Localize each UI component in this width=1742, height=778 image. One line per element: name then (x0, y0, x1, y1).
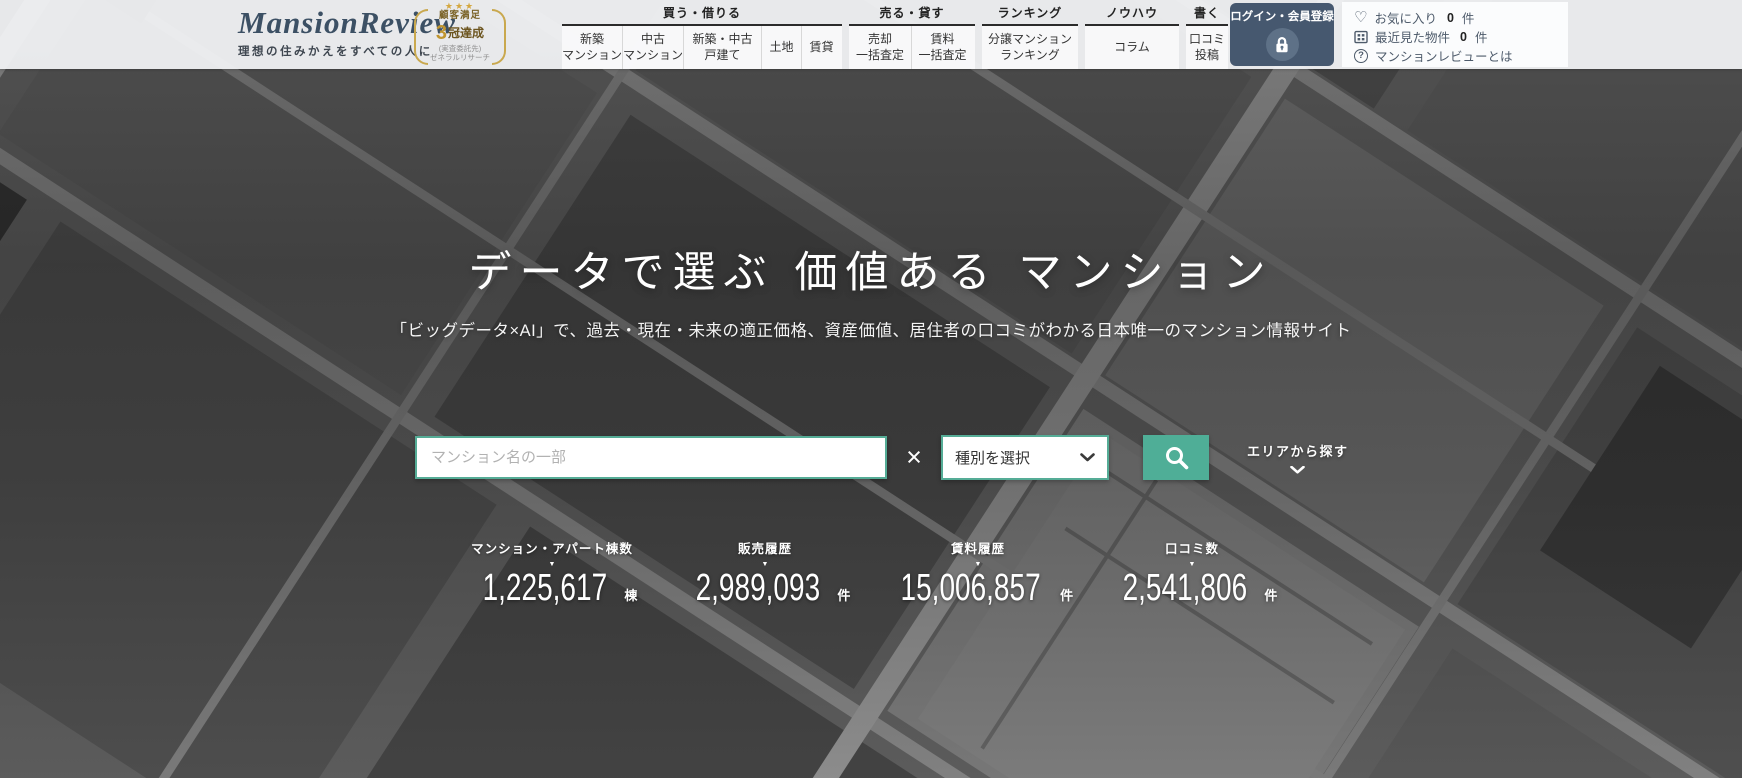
nav-item-land[interactable]: 土地 (761, 26, 801, 69)
favorites-link[interactable]: ♡ お気に入り 0 件 (1354, 8, 1568, 27)
city-aerial-background-image (0, 0, 1742, 778)
main-navigation: 買う・借りる 新築マンション 中古マンション 新築・中古戸建て 土地 賃貸 売る… (562, 0, 1228, 69)
nav-group-sell-lease: 売る・貸す 売却一括査定 賃料一括査定 (849, 0, 975, 69)
about-site-link[interactable]: ? マンションレビューとは (1354, 46, 1568, 65)
heart-icon: ♡ (1354, 10, 1367, 25)
favorites-count: 0 (1447, 11, 1454, 25)
stat-unit: 件 (1060, 585, 1073, 604)
nav-item-sale-appraisal[interactable]: 売却一括査定 (849, 26, 911, 69)
award-badge-number: 3 (436, 22, 447, 44)
recently-viewed-link[interactable]: 最近見た物件 0 件 (1354, 27, 1568, 46)
nav-group-label: ランキング (982, 0, 1078, 24)
chevron-down-icon (1290, 466, 1305, 474)
nav-group-label: 売る・貸す (849, 0, 975, 24)
search-separator: × (887, 436, 941, 479)
recently-viewed-count: 0 (1460, 30, 1467, 44)
stat-unit: 件 (1264, 585, 1277, 604)
nav-group-knowhow: ノウハウ コラム (1085, 0, 1179, 69)
nav-item-rental[interactable]: 賃貸 (801, 26, 841, 69)
stat-unit: 棟 (624, 585, 637, 604)
login-button-label: ログイン・会員登録 (1230, 8, 1334, 24)
stat-value: 2,541,806 (1122, 567, 1247, 610)
stat-value: 2,989,093 (695, 567, 820, 610)
stat-rent-history: 賃料履歴 ▼ 15,006,857件 (868, 538, 1088, 609)
stat-building-count: マンション・アパート棟数 ▼ 1,225,617棟 (442, 538, 662, 609)
search-button[interactable] (1143, 435, 1209, 480)
nav-item-new-mansion[interactable]: 新築マンション (562, 26, 622, 69)
nav-group-buy-rent: 買う・借りる 新築マンション 中古マンション 新築・中古戸建て 土地 賃貸 (562, 0, 842, 69)
nav-item-rent-appraisal[interactable]: 賃料一括査定 (911, 26, 973, 69)
stat-review-count: 口コミ数 ▼ 2,541,806件 (1082, 538, 1302, 609)
mansion-name-search-input[interactable] (415, 436, 887, 479)
search-icon (1163, 444, 1190, 471)
hero-subtitle: 「ビッグデータ×AI」で、過去・現在・未来の適正価格、資産価値、居住者の口コミが… (0, 317, 1742, 341)
award-badge-achievement-text: 冠達成 (448, 26, 484, 40)
search-by-area-label: エリアから探す (1247, 441, 1349, 460)
stat-label: 販売履歴 (655, 538, 875, 557)
property-type-select[interactable]: 種別を選択 (941, 435, 1109, 480)
stat-value: 15,006,857 (900, 567, 1040, 610)
nav-group-label: ノウハウ (1085, 0, 1179, 24)
search-by-area-link[interactable]: エリアから探す (1247, 441, 1349, 474)
stat-unit: 件 (837, 585, 850, 604)
nav-group-write: 書く 口コミ投稿 (1186, 0, 1228, 69)
stat-label: マンション・アパート棟数 (442, 538, 662, 557)
nav-group-label: 書く (1186, 0, 1228, 24)
property-type-select-value: 種別を選択 (955, 447, 1030, 468)
about-site-label: マンションレビューとは (1375, 46, 1513, 65)
nav-group-label: 買う・借りる (562, 0, 842, 24)
site-header: MansionReview 理想の住みかえをすべての人に ★★★ 顧客満足 3冠… (0, 0, 1742, 69)
nav-item-used-mansion[interactable]: 中古マンション (622, 26, 683, 69)
award-badge: ★★★ 顧客満足 3冠達成 (実査委託先) ゼネラルリサーチ (412, 1, 508, 67)
stat-value: 1,225,617 (482, 567, 607, 610)
stat-label: 賃料履歴 (868, 538, 1088, 557)
recently-viewed-label: 最近見た物件 (1375, 27, 1450, 46)
page: MansionReview 理想の住みかえをすべての人に ★★★ 顧客満足 3冠… (0, 0, 1742, 778)
building-icon (1354, 30, 1368, 44)
question-icon: ? (1354, 49, 1368, 63)
stat-sales-history: 販売履歴 ▼ 2,989,093件 (655, 538, 875, 609)
award-badge-achievement: 3冠達成 (412, 22, 508, 45)
nav-item-houses[interactable]: 新築・中古戸建て (683, 26, 761, 69)
lock-icon (1266, 28, 1299, 61)
nav-item-column[interactable]: コラム (1085, 26, 1179, 69)
user-quick-menu: ♡ お気に入り 0 件 最近見た物件 0 件 ? マンションレビューと (1342, 2, 1568, 67)
photo-darkening-overlay (0, 0, 1742, 778)
nav-item-mansion-ranking[interactable]: 分譲マンションランキング (982, 26, 1078, 69)
award-badge-source: ゼネラルリサーチ (412, 54, 508, 63)
nav-group-ranking: ランキング 分譲マンションランキング (982, 0, 1078, 69)
nav-item-post-review[interactable]: 口コミ投稿 (1186, 26, 1228, 69)
stat-label: 口コミ数 (1082, 538, 1302, 557)
search-bar: × 種別を選択 エリアから探す (415, 435, 1349, 480)
favorites-label: お気に入り (1374, 8, 1437, 27)
award-badge-title: 顧客満足 (412, 11, 508, 22)
login-register-button[interactable]: ログイン・会員登録 (1230, 3, 1334, 66)
chevron-down-icon (1080, 453, 1095, 462)
hero-title: データで選ぶ 価値ある マンション (0, 238, 1742, 300)
